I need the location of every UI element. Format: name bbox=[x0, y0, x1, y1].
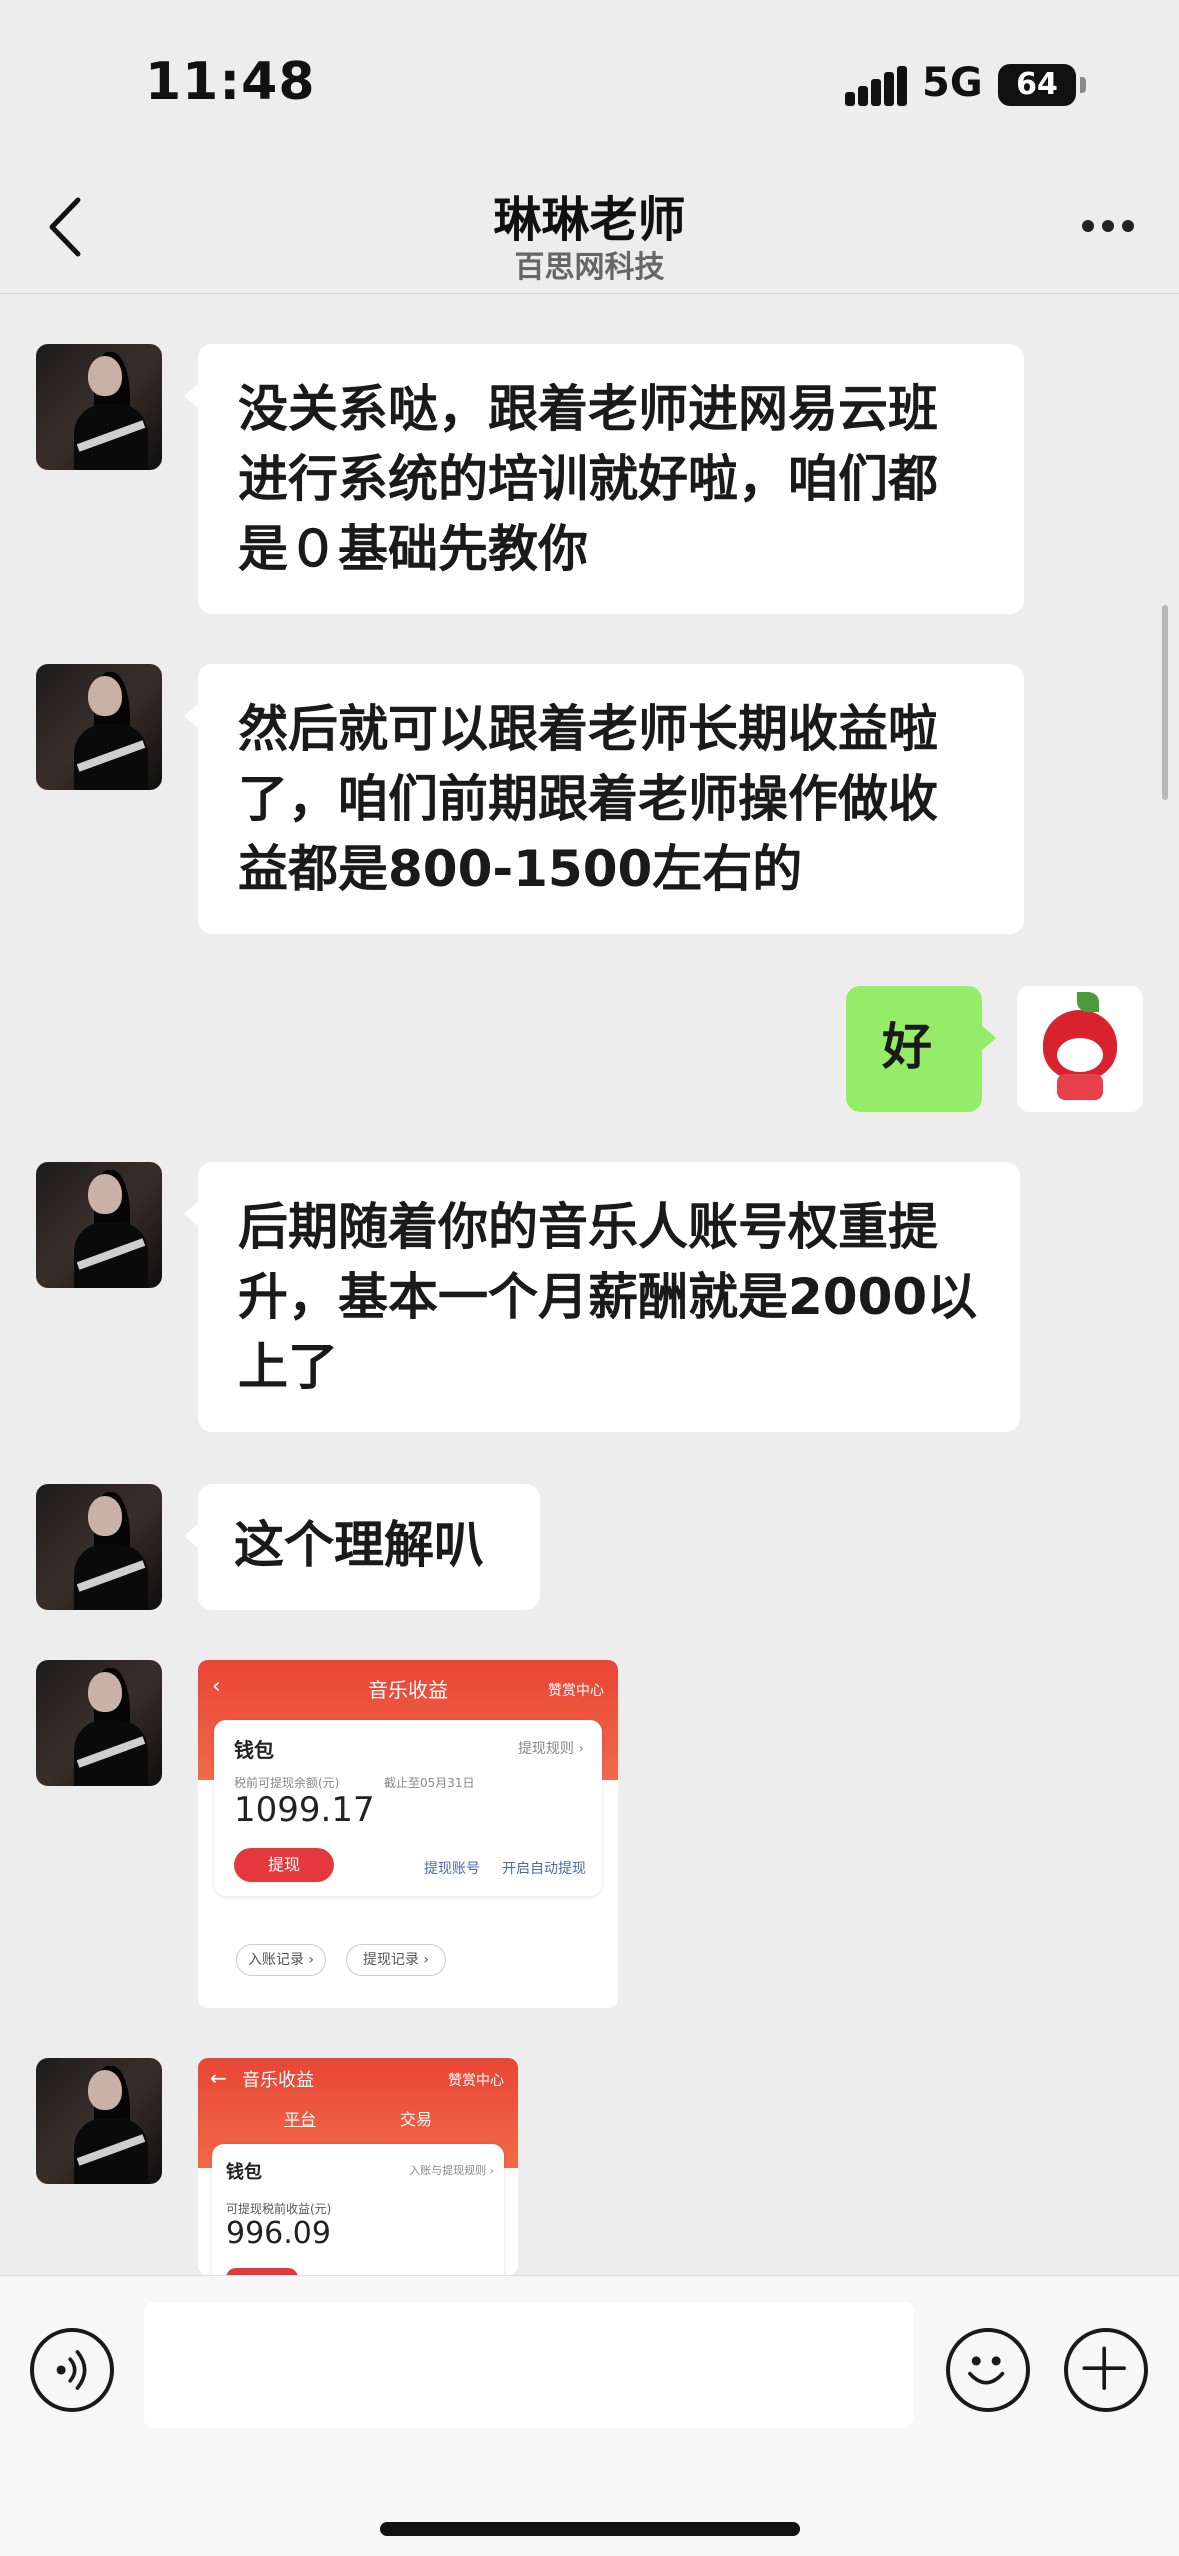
image-top-right: 赞赏中心 bbox=[548, 1683, 604, 1699]
status-time: 11:48 bbox=[145, 52, 316, 112]
message-bubble[interactable]: 这个理解叭 bbox=[184, 1484, 540, 1610]
contact-avatar[interactable] bbox=[36, 344, 162, 470]
tab-platform: 平台 bbox=[284, 2110, 317, 2129]
withdraw-rules: 提现规则 › bbox=[517, 1741, 584, 1757]
withdraw-rules: 入账与提现规则 › bbox=[409, 2164, 494, 2177]
cutoff-date: 截止至05月31日 bbox=[384, 1776, 475, 1790]
withdraw-button bbox=[226, 2268, 298, 2275]
scrollbar[interactable] bbox=[1162, 605, 1168, 800]
income-record-pill: 入账记录 › bbox=[236, 1944, 326, 1976]
chat-subtitle: 百思网科技 bbox=[514, 250, 665, 285]
auto-withdraw: 开启自动提现 bbox=[502, 1861, 586, 1877]
more-options-icon[interactable] bbox=[1073, 206, 1143, 246]
my-avatar[interactable] bbox=[1017, 986, 1143, 1112]
contact-avatar[interactable] bbox=[36, 1660, 162, 1786]
chat-title: 琳琳老师 bbox=[493, 192, 686, 248]
tab-trade: 交易 bbox=[400, 2110, 433, 2129]
image-top-right: 赞赏中心 bbox=[448, 2073, 504, 2089]
balance-amount: 1099.17 bbox=[234, 1790, 375, 1830]
contact-avatar[interactable] bbox=[36, 1484, 162, 1610]
contact-avatar[interactable] bbox=[36, 2058, 162, 2184]
wallet-label: 钱包 bbox=[226, 2162, 262, 2183]
balance-amount: 996.09 bbox=[226, 2216, 331, 2251]
image-message-earnings[interactable]: ‹ 音乐收益 赞赏中心 钱包 提现规则 › 税前可提现余额(元) 截止至05月3… bbox=[198, 1660, 618, 2008]
status-bar: 11:48 5G 64 bbox=[0, 0, 1179, 170]
chat-header: 琳琳老师 百思网科技 bbox=[0, 170, 1179, 294]
withdraw-account: 提现账号 bbox=[424, 1861, 480, 1877]
my-message-bubble[interactable]: 好 bbox=[846, 986, 996, 1112]
withdraw-record-pill: 提现记录 › bbox=[346, 1944, 446, 1976]
emoji-icon[interactable] bbox=[946, 2328, 1030, 2412]
contact-avatar[interactable] bbox=[36, 664, 162, 790]
wallet-card: 钱包 入账与提现规则 › 可提现税前收益(元) 996.09 bbox=[212, 2144, 504, 2275]
message-bubble[interactable]: 没关系哒，跟着老师进网易云班进行系统的培训就好啦，咱们都是０基础先教你 bbox=[184, 344, 1024, 614]
home-indicator bbox=[380, 2522, 800, 2536]
balance-label: 税前可提现余额(元) bbox=[234, 1776, 340, 1790]
balance-label: 可提现税前收益(元) bbox=[226, 2202, 332, 2216]
message-bubble[interactable]: 后期随着你的音乐人账号权重提升，基本一个月薪酬就是2000以上了 bbox=[184, 1162, 1020, 1432]
image-message-earnings-2[interactable]: ← 音乐收益 赞赏中心 平台 交易 钱包 入账与提现规则 › 可提现税前收益(元… bbox=[198, 2058, 518, 2275]
battery-icon: 64 bbox=[998, 64, 1086, 106]
voice-input-icon[interactable] bbox=[30, 2328, 114, 2412]
image-back-arrow-icon: ← bbox=[210, 2066, 227, 2090]
withdraw-button: 提现 bbox=[234, 1848, 334, 1882]
wallet-label: 钱包 bbox=[234, 1738, 274, 1762]
plus-icon[interactable] bbox=[1064, 2328, 1148, 2412]
message-bubble[interactable]: 然后就可以跟着老师长期收益啦了，咱们前期跟着老师操作做收益都是800-1500左… bbox=[184, 664, 1024, 934]
image-title: 音乐收益 bbox=[242, 2070, 314, 2091]
message-input[interactable] bbox=[144, 2302, 914, 2428]
input-bar bbox=[0, 2275, 1179, 2556]
contact-avatar[interactable] bbox=[36, 1162, 162, 1288]
network-type: 5G bbox=[922, 60, 983, 106]
signal-icon bbox=[845, 66, 907, 106]
wallet-card: 钱包 提现规则 › 税前可提现余额(元) 截止至05月31日 1099.17 提… bbox=[214, 1720, 602, 1896]
